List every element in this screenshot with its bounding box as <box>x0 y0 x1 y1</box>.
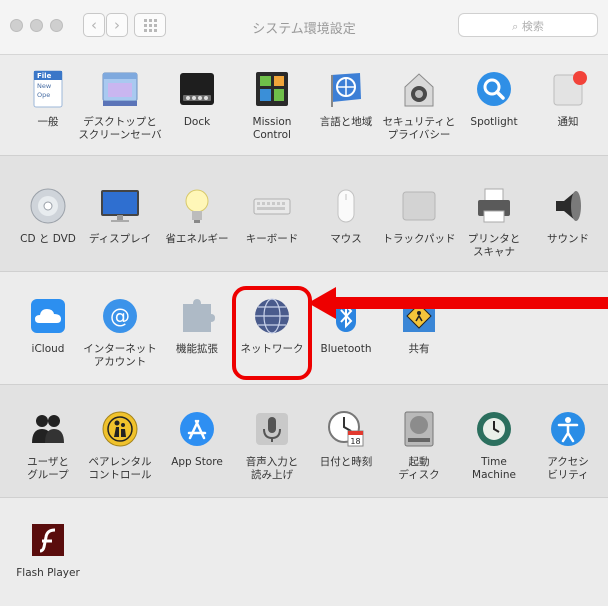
notifications-icon <box>548 69 588 109</box>
pref-label: ペアレンタル コントロール <box>88 456 152 481</box>
section-other: Flash Player <box>0 498 608 606</box>
pref-label: 通知 <box>557 116 579 128</box>
pref-label: 省エネルギー <box>165 233 229 245</box>
energy-saver-icon <box>177 186 217 226</box>
pref-label: Dock <box>183 116 211 128</box>
desktop-screensaver-icon <box>100 69 140 109</box>
flash-player-icon <box>28 520 68 560</box>
pref-accessibility[interactable]: アクセシ ビリティ <box>526 409 608 482</box>
pref-date-time[interactable]: 18 日付と時刻 <box>304 409 388 469</box>
pref-label: Time Machine <box>472 456 516 481</box>
pref-app-store[interactable]: App Store <box>155 409 239 469</box>
pref-startup-disk[interactable]: 起動 ディスク <box>377 409 461 482</box>
pref-label: マウス <box>330 233 362 245</box>
extensions-icon <box>177 296 217 336</box>
pref-label: トラックパッド <box>382 233 456 245</box>
printer-scanner-icon <box>474 186 514 226</box>
pref-parental-controls[interactable]: ペアレンタル コントロール <box>78 409 162 482</box>
startup-disk-icon <box>399 409 439 449</box>
pref-desktop-screensaver[interactable]: デスクトップと スクリーンセーバ <box>78 69 162 142</box>
language-region-icon <box>326 69 366 109</box>
pref-security-privacy[interactable]: セキュリティと プライバシー <box>377 69 461 142</box>
search-placeholder: 検索 <box>521 20 544 33</box>
pref-printer-scanner[interactable]: プリンタと スキャナ <box>452 186 536 259</box>
pref-label: 共有 <box>408 343 430 355</box>
icloud-icon <box>28 296 68 336</box>
pref-displays[interactable]: ディスプレイ <box>78 186 162 246</box>
pref-dock[interactable]: Dock <box>155 69 239 129</box>
pref-label: App Store <box>171 456 223 468</box>
pref-trackpad[interactable]: トラックパッド <box>377 186 461 246</box>
pref-sound[interactable]: サウンド <box>526 186 608 246</box>
pref-label: 機能拡張 <box>176 343 218 355</box>
pref-label: Bluetooth <box>320 343 372 355</box>
pref-label: 日付と時刻 <box>319 456 373 468</box>
general-icon-open-text: Ope <box>37 91 50 99</box>
parental-controls-icon <box>100 409 140 449</box>
date-time-icon: 18 <box>326 409 366 449</box>
red-arrow-annotation <box>308 287 608 319</box>
pref-label: 音声入力と 読み上げ <box>245 456 299 481</box>
pref-flash-player[interactable]: Flash Player <box>6 520 90 580</box>
search-icon: ⌕ <box>512 20 519 33</box>
general-icon-file-text: File <box>37 72 52 80</box>
calendar-day-text: 18 <box>350 437 360 446</box>
pref-label: キーボード <box>245 233 299 245</box>
mouse-icon <box>326 186 366 226</box>
search-field[interactable]: ⌕ 検索 <box>458 13 598 37</box>
general-icon: File New Ope <box>28 69 68 109</box>
pref-label: Flash Player <box>16 567 80 579</box>
mission-control-icon <box>252 69 292 109</box>
svg-text:@: @ <box>110 304 130 328</box>
pref-notifications[interactable]: 通知 <box>526 69 608 129</box>
pref-energy-saver[interactable]: 省エネルギー <box>155 186 239 246</box>
spotlight-icon <box>474 69 514 109</box>
pref-label: セキュリティと プライバシー <box>382 116 456 141</box>
section-hardware: CD と DVD ディスプレイ 省エネルギー キーボード マウス トラックパッド… <box>0 156 608 272</box>
general-icon-new-text: New <box>37 82 52 90</box>
accessibility-icon <box>548 409 588 449</box>
pref-label: アクセシ ビリティ <box>547 456 589 481</box>
pref-label: 言語と地域 <box>319 116 373 128</box>
pref-label: インターネット アカウント <box>83 343 157 368</box>
users-groups-icon <box>28 409 68 449</box>
security-privacy-icon <box>399 69 439 109</box>
pref-time-machine[interactable]: Time Machine <box>452 409 536 482</box>
pref-mouse[interactable]: マウス <box>304 186 388 246</box>
dictation-speech-icon <box>252 409 292 449</box>
pref-label: サウンド <box>547 233 589 245</box>
pref-label: Spotlight <box>470 116 518 128</box>
pref-spotlight[interactable]: Spotlight <box>452 69 536 129</box>
section-system: ユーザと グループ ペアレンタル コントロール App Store 音声入力と … <box>0 385 608 498</box>
pref-label: 起動 ディスク <box>398 456 440 481</box>
pref-label: デスクトップと スクリーンセーバ <box>78 116 162 141</box>
internet-accounts-icon: @ <box>100 296 140 336</box>
dock-icon <box>177 69 217 109</box>
pref-label: ディスプレイ <box>88 233 152 245</box>
keyboard-icon <box>252 186 292 226</box>
pref-dictation-speech[interactable]: 音声入力と 読み上げ <box>230 409 314 482</box>
cd-dvd-icon <box>28 186 68 226</box>
pref-extensions[interactable]: 機能拡張 <box>155 296 239 356</box>
sound-icon <box>548 186 588 226</box>
pref-label: プリンタと スキャナ <box>467 233 521 258</box>
window-titlebar: ‹ › システム環境設定 ⌕ 検索 <box>0 0 608 55</box>
pref-keyboard[interactable]: キーボード <box>230 186 314 246</box>
pref-language-region[interactable]: 言語と地域 <box>304 69 388 129</box>
displays-icon <box>100 186 140 226</box>
pref-label: Mission Control <box>252 116 292 141</box>
trackpad-icon <box>399 186 439 226</box>
pref-mission-control[interactable]: Mission Control <box>230 69 314 142</box>
app-store-icon <box>177 409 217 449</box>
section-personal: File New Ope 一般 デスクトップと スクリーンセーバ Dock Mi… <box>0 55 608 156</box>
time-machine-icon <box>474 409 514 449</box>
pref-internet-accounts[interactable]: @ インターネット アカウント <box>78 296 162 369</box>
